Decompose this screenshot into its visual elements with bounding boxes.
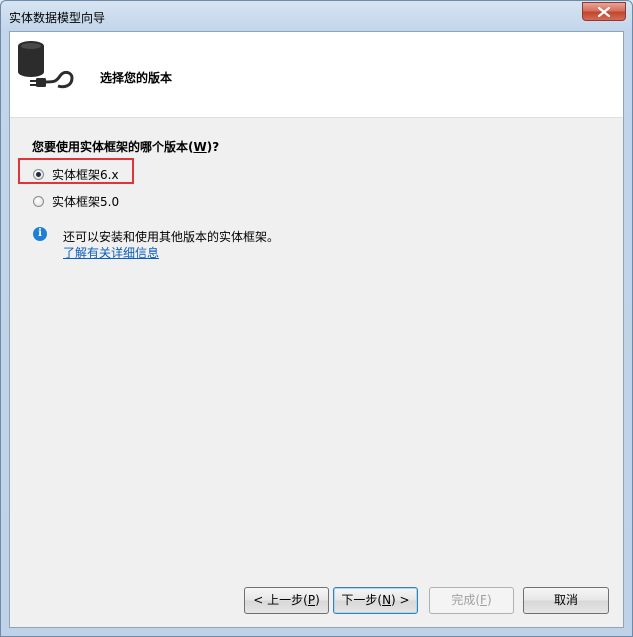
page-title: 选择您的版本 [100, 71, 173, 85]
finish-button[interactable]: 完成(F) [429, 587, 514, 614]
option-label-ef5: 实体框架5.0 [52, 194, 120, 209]
info-icon: i [33, 227, 47, 241]
option-ef5[interactable]: 实体框架5.0 [33, 192, 119, 210]
cancel-button[interactable]: 取消 [523, 587, 609, 614]
wizard-window: 实体数据模型向导 选择您的版本 您要使用实体框架的哪个版本(W)? 实体框架6.… [0, 0, 633, 637]
title-bar[interactable]: 实体数据模型向导 [1, 1, 632, 31]
radio-ef6[interactable] [33, 168, 44, 180]
version-question: 您要使用实体框架的哪个版本(W)? [32, 140, 220, 154]
radio-ef5[interactable] [33, 195, 44, 207]
header-band: 选择您的版本 [10, 32, 623, 118]
close-icon [598, 7, 610, 17]
back-button[interactable]: < 上一步(P) [244, 587, 329, 614]
next-button[interactable]: 下一步(N) > [333, 587, 418, 614]
info-text: 还可以安装和使用其他版本的实体框架。 [63, 230, 280, 244]
database-plug-icon [14, 38, 78, 95]
option-ef6[interactable]: 实体框架6.x [33, 165, 119, 183]
option-label-ef6: 实体框架6.x [52, 167, 119, 182]
close-button[interactable] [582, 2, 626, 21]
wizard-body: 选择您的版本 您要使用实体框架的哪个版本(W)? 实体框架6.x 实体框架5.0… [9, 31, 624, 628]
learn-more-link[interactable]: 了解有关详细信息 [63, 244, 159, 261]
window-title: 实体数据模型向导 [9, 11, 106, 25]
